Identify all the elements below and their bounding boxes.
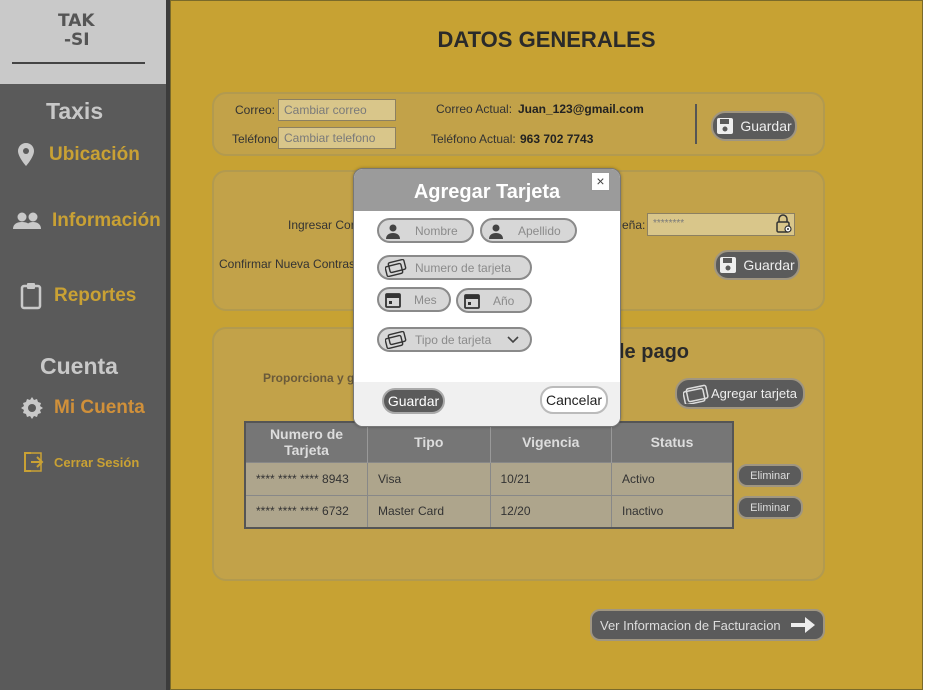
cell-tipo: Master Card	[367, 494, 491, 528]
correo-actual-label: Correo Actual:	[436, 102, 513, 116]
billing-label: Ver Informacion de Facturacion	[600, 617, 781, 633]
nombre-placeholder: Nombre	[415, 223, 458, 238]
password-save-button[interactable]: Guardar	[714, 250, 800, 280]
table-row: **** **** **** 8943 Visa 10/21 Activo	[245, 461, 734, 495]
payment-heading: le pago	[619, 341, 690, 363]
credit-card-icon	[385, 330, 407, 349]
person-icon	[386, 224, 400, 239]
logo-line-2: -SI	[64, 30, 90, 50]
tipo-tarjeta-select[interactable]: Tipo de tarjeta	[377, 327, 532, 352]
sidebar-item-label: Mi Cuenta	[54, 397, 145, 418]
page-title: DATOS GENERALES	[437, 27, 656, 52]
arrow-right-icon	[791, 617, 815, 633]
anio-field[interactable]: Año	[456, 288, 532, 313]
contact-card: Correo: Cambiar correo Teléfono Cambiar …	[212, 92, 825, 156]
save-label: Guardar	[743, 257, 795, 273]
save-label: Guardar	[740, 118, 792, 134]
cell-status: Activo	[611, 461, 734, 495]
calendar-icon	[385, 292, 401, 308]
mes-placeholder: Mes	[414, 292, 437, 307]
modal-cancel-button[interactable]: Cancelar	[540, 386, 608, 414]
cell-tipo: Visa	[367, 461, 491, 495]
correo-input[interactable]: Cambiar correo	[278, 99, 396, 121]
save-icon	[717, 118, 734, 134]
close-icon[interactable]: ×	[591, 172, 610, 191]
telefono-actual-value: 963 702 7743	[520, 132, 594, 146]
column-header-status: Status	[611, 422, 734, 462]
logo-area: TAK -SI	[0, 0, 168, 84]
logo-divider	[12, 62, 145, 64]
calendar-icon	[464, 293, 480, 309]
sidebar-item-mi-cuenta[interactable]: Mi Cuenta	[20, 396, 145, 420]
chevron-down-icon	[507, 335, 519, 343]
sidebar-item-ubicacion[interactable]: Ubicación	[16, 142, 140, 168]
cell-vigencia: 10/21	[490, 461, 612, 495]
credit-card-icon	[683, 384, 709, 404]
sidebar-item-label: Reportes	[54, 285, 137, 306]
tipo-placeholder: Tipo de tarjeta	[415, 332, 492, 347]
numero-tarjeta-field[interactable]: Numero de tarjeta	[377, 255, 532, 280]
contrasena-label: eña:	[622, 218, 646, 232]
column-header-tipo: Tipo	[367, 422, 491, 462]
logout-icon	[24, 452, 44, 472]
logo-line-1: TAK	[58, 11, 95, 31]
contrasena-input[interactable]: ********	[647, 213, 795, 236]
person-icon	[489, 224, 503, 239]
sidebar-item-label: Cerrar Sesión	[54, 454, 140, 470]
table-row: **** **** **** 6732 Master Card 12/20 In…	[245, 494, 734, 528]
telefono-label: Teléfono	[232, 132, 278, 146]
nombre-field[interactable]: Nombre	[377, 218, 474, 243]
add-card-button[interactable]: Agregar tarjeta	[675, 378, 805, 409]
mes-field[interactable]: Mes	[377, 287, 451, 312]
sidebar-item-label: Información	[52, 210, 161, 231]
confirmar-contrasena-label: Confirmar Nueva Contras	[219, 257, 356, 271]
telefono-actual-label: Teléfono Actual:	[431, 132, 516, 146]
section-cuenta: Cuenta	[40, 353, 118, 379]
contact-save-button[interactable]: Guardar	[711, 111, 797, 141]
sidebar-item-label: Ubicación	[49, 144, 140, 165]
billing-info-button[interactable]: Ver Informacion de Facturacion	[590, 609, 825, 641]
sidebar-item-cerrar-sesion[interactable]: Cerrar Sesión	[22, 451, 139, 473]
add-card-modal: Agregar Tarjeta × Nombre Apellido Numero…	[353, 168, 621, 427]
location-pin-icon	[18, 143, 34, 166]
lock-eye-icon[interactable]	[774, 214, 794, 234]
taksi-logo[interactable]: TAK -SI	[58, 12, 106, 50]
cell-vigencia: 12/20	[490, 494, 612, 528]
delete-card-button[interactable]: Eliminar	[737, 464, 803, 487]
credit-card-icon	[385, 258, 407, 277]
section-taxis: Taxis	[46, 98, 104, 124]
correo-actual-value: Juan_123@gmail.com	[518, 102, 644, 116]
people-icon	[13, 212, 41, 229]
apellido-placeholder: Apellido	[518, 223, 561, 238]
add-card-label: Agregar tarjeta	[711, 386, 797, 401]
clipboard-icon	[20, 283, 42, 310]
cell-status: Inactivo	[611, 494, 734, 528]
cards-table: Numero de Tarjeta Tipo Vigencia Status *…	[244, 421, 734, 529]
column-header-vigencia: Vigencia	[490, 422, 612, 462]
vertical-divider	[695, 104, 697, 144]
cell-numero: **** **** **** 6732	[245, 494, 368, 528]
sidebar: TAK -SI Taxis Ubicación Información Repo…	[0, 0, 168, 690]
anio-placeholder: Año	[493, 293, 515, 308]
sidebar-item-informacion[interactable]: Información	[12, 210, 161, 232]
ingresar-contrasena-label: Ingresar Cor	[288, 218, 355, 232]
masked-value: ********	[653, 218, 685, 229]
cell-numero: **** **** **** 8943	[245, 461, 368, 495]
telefono-input[interactable]: Cambiar telefono	[278, 127, 396, 149]
save-icon	[720, 257, 737, 273]
table-header-row: Numero de Tarjeta Tipo Vigencia Status	[245, 422, 734, 462]
column-header-numero: Numero de Tarjeta	[245, 422, 368, 462]
gear-icon	[21, 397, 43, 419]
apellido-field[interactable]: Apellido	[480, 218, 577, 243]
payment-description: Proporciona y g	[263, 371, 355, 385]
numero-placeholder: Numero de tarjeta	[415, 260, 512, 275]
delete-card-button[interactable]: Eliminar	[737, 496, 803, 519]
correo-label: Correo:	[235, 103, 276, 117]
modal-save-button[interactable]: Guardar	[382, 388, 445, 414]
modal-title: Agregar Tarjeta	[413, 181, 561, 203]
sidebar-item-reportes[interactable]: Reportes	[20, 282, 136, 310]
